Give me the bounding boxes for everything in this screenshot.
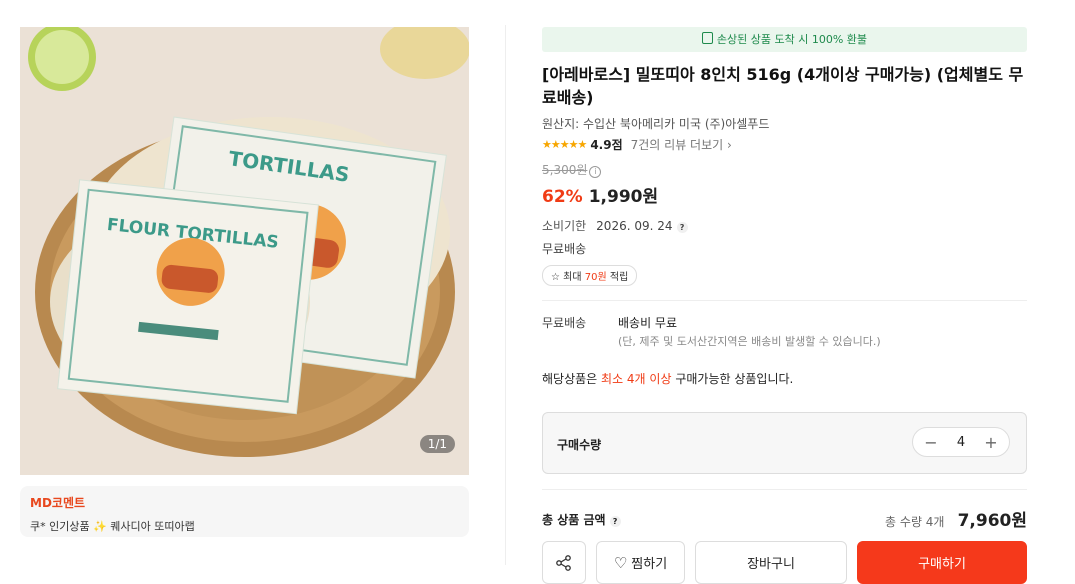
refund-icon	[701, 32, 713, 44]
shipping-fee: 배송비 무료	[618, 316, 678, 330]
refund-banner: 손상된 상품 도착 시 100% 환불	[542, 27, 1027, 52]
wishlist-label: 찜하기	[631, 557, 668, 572]
star-outline-icon: ☆	[551, 272, 560, 283]
decrease-button[interactable]: −	[923, 433, 939, 452]
share-icon	[556, 554, 571, 571]
info-icon[interactable]: i	[589, 166, 602, 178]
notice-suffix: 구매가능한 상품입니다.	[675, 372, 794, 386]
divider	[542, 489, 1027, 490]
shipping-label: 무료배송	[542, 316, 587, 330]
heart-icon: ♡	[613, 553, 628, 572]
rating-row: ★★★★★ 4.9점 7건의 리뷰 더보기 ›	[542, 136, 1027, 153]
shipping-note: (단, 제주 및 도서산간지역은 배송비 발생할 수 있습니다.)	[618, 335, 881, 348]
points-suffix: 적립	[609, 272, 629, 283]
original-price: 5,300원	[542, 163, 588, 177]
md-comment-title: MD코멘트	[30, 496, 86, 510]
md-comment: MD코멘트 쿠* 인기상품 ✨ 퀘사디아 또띠아랩	[20, 486, 469, 537]
gallery-column: TORTILLAS FLOUR TORTILLAS 1/1 MD코멘트 쿠* 인…	[20, 27, 469, 537]
total-amount: 7,960원	[957, 511, 1027, 531]
help-icon[interactable]: ?	[676, 222, 688, 233]
notice-highlight: 최소 4개 이상	[601, 372, 672, 386]
points-value: 70원	[584, 272, 607, 283]
action-buttons: ♡ 찜하기 장바구니 구매하기	[542, 541, 1027, 584]
review-link[interactable]: 7건의 리뷰 더보기 ›	[631, 136, 732, 153]
product-info: 손상된 상품 도착 시 100% 환불 [아레바로스] 밀또띠아 8인치 516…	[542, 27, 1027, 584]
total-count: 총 수량 4개	[885, 515, 945, 529]
cart-button[interactable]: 장바구니	[695, 541, 847, 584]
quantity-box: 구매수량 − 4 +	[542, 412, 1027, 474]
points-badge: ☆ 최대 70원 적립	[542, 265, 638, 286]
minimum-order-notice: 해당상품은 최소 4개 이상 구매가능한 상품입니다.	[542, 370, 1027, 387]
sale-price: 1,990원	[588, 187, 659, 207]
quantity-stepper[interactable]: − 4 +	[912, 427, 1010, 457]
price-row: 62% 1,990원	[542, 182, 1027, 207]
image-counter: 1/1	[419, 435, 455, 453]
tortilla-photo: TORTILLAS FLOUR TORTILLAS	[20, 27, 469, 475]
expiry-value: 2026. 09. 24	[596, 219, 673, 233]
refund-banner-text: 손상된 상품 도착 시 100% 환불	[716, 33, 868, 46]
buy-button[interactable]: 구매하기	[857, 541, 1027, 584]
free-shipping-label: 무료배송	[542, 242, 587, 256]
product-title: [아레바로스] 밀또띠아 8인치 516g (4개이상 구매가능) (업체별도 …	[542, 65, 1024, 107]
increase-button[interactable]: +	[983, 433, 999, 452]
wishlist-button[interactable]: ♡ 찜하기	[596, 541, 685, 584]
shipping-row: 무료배송 배송비 무료 (단, 제주 및 도서산간지역은 배송비 발생할 수 있…	[542, 314, 1027, 349]
help-icon[interactable]: ?	[609, 516, 621, 527]
total-label: 총 상품 금액	[542, 513, 606, 527]
divider	[542, 300, 1027, 301]
rating-score: 4.9점	[590, 138, 623, 152]
discount-rate: 62%	[542, 187, 583, 207]
expiry-label: 소비기한	[542, 219, 587, 233]
share-button[interactable]	[542, 541, 586, 584]
notice-prefix: 해당상품은	[542, 372, 598, 386]
star-rating-icon: ★★★★★	[542, 138, 587, 151]
points-prefix: 최대	[563, 272, 582, 283]
column-divider	[505, 25, 506, 565]
quantity-value[interactable]: 4	[957, 435, 965, 450]
quantity-label: 구매수량	[557, 438, 602, 452]
product-origin: 원산지: 수입산 북아메리카 미국 (주)아셀푸드	[542, 117, 770, 131]
md-comment-text: 쿠* 인기상품 ✨ 퀘사디아 또띠아랩	[30, 520, 195, 533]
product-image[interactable]: TORTILLAS FLOUR TORTILLAS 1/1	[20, 27, 469, 475]
total-row: 총 상품 금액? 총 수량 4개 7,960원	[542, 506, 1027, 531]
expiry-row: 소비기한 2026. 09. 24?	[542, 217, 1027, 234]
